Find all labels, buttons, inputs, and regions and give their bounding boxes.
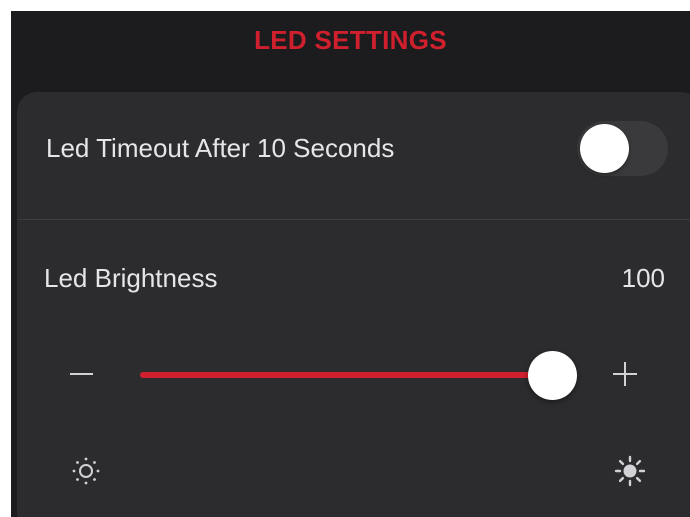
- timeout-setting-label: Led Timeout After 10 Seconds: [46, 133, 395, 163]
- divider: [17, 219, 690, 220]
- brightness-slider-thumb[interactable]: [527, 351, 577, 400]
- sun-bright-icon: [614, 455, 646, 487]
- toggle-knob: [580, 124, 629, 173]
- settings-screen: LED SETTINGS Led Timeout After 10 Second…: [11, 11, 690, 517]
- settings-card: Led Timeout After 10 Seconds Led Brightn…: [17, 92, 690, 517]
- page-title: LED SETTINGS: [254, 25, 447, 55]
- sun-dim-icon: [72, 457, 100, 485]
- decrease-brightness-button[interactable]: [67, 359, 97, 389]
- brightness-slider-track[interactable]: [140, 372, 546, 378]
- increase-brightness-button[interactable]: [611, 360, 639, 388]
- brightness-label: Led Brightness: [44, 263, 218, 293]
- timeout-setting-row: Led Timeout After 10 Seconds: [17, 92, 690, 219]
- timeout-toggle[interactable]: [577, 121, 668, 176]
- brightness-value: 100: [621, 263, 665, 293]
- brightness-slider-fill: [140, 372, 546, 378]
